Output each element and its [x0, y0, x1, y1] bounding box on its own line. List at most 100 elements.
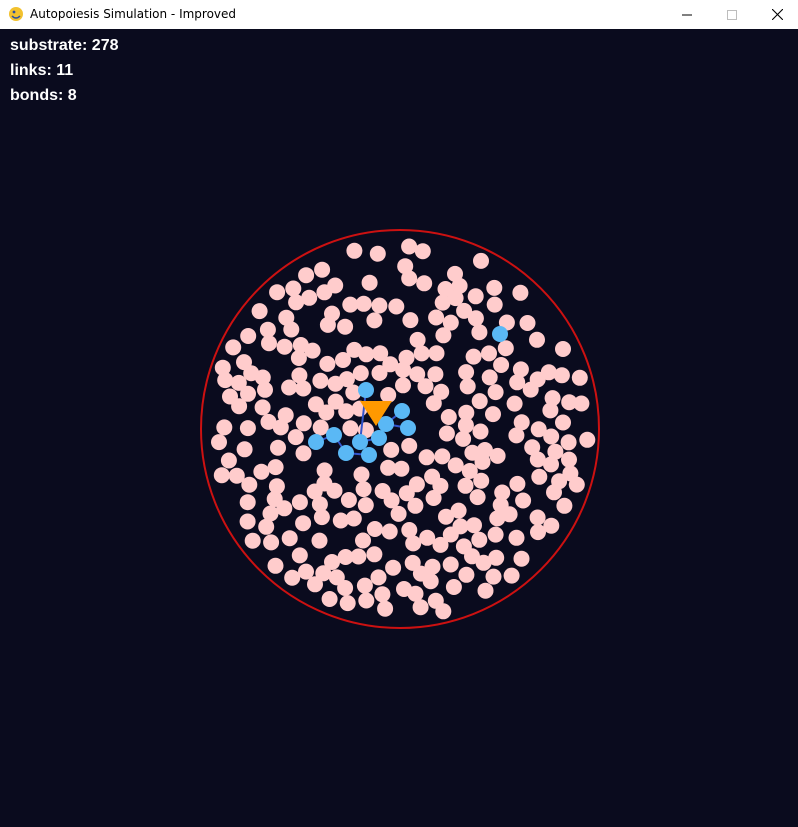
substrate-particle: [306, 483, 323, 500]
substrate-particle: [259, 321, 276, 338]
substrate-particle: [428, 309, 445, 326]
substrate-particle: [263, 534, 280, 551]
substrate-particle: [530, 524, 546, 541]
maximize-button[interactable]: [709, 0, 755, 29]
substrate-particle: [327, 375, 344, 392]
substrate-particle: [471, 324, 488, 341]
substrate-particle: [283, 321, 300, 338]
substrate-particle: [488, 549, 505, 566]
link-particle: [308, 434, 324, 450]
substrate-particle: [555, 341, 571, 357]
substrate-particle: [319, 355, 336, 372]
substrate-particle: [339, 595, 356, 612]
substrate-particle: [544, 390, 561, 407]
substrate-particle: [337, 549, 354, 565]
substrate-particle: [295, 415, 312, 432]
substrate-particle: [214, 359, 231, 376]
substrate-particle: [401, 437, 418, 454]
substrate-particle: [374, 586, 391, 603]
substrate-particle: [316, 462, 333, 479]
substrate-particle: [332, 512, 349, 529]
link-particle: [352, 434, 368, 450]
substrate-particle: [357, 497, 374, 514]
substrate-particle: [314, 261, 331, 278]
substrate-particle: [401, 270, 418, 287]
substrate-particle: [529, 331, 545, 348]
substrate-particle: [239, 513, 256, 530]
substrate-particle: [447, 265, 463, 282]
substrate-particle: [408, 476, 425, 493]
substrate-particle: [383, 441, 400, 458]
substrate-particle: [425, 395, 442, 412]
substrate-particle: [298, 267, 315, 284]
simulation-canvas[interactable]: substrate: 278 links: 11 bonds: 8: [0, 29, 798, 827]
substrate-particle: [295, 445, 312, 462]
substrate-particle: [356, 577, 373, 594]
substrate-particle: [381, 523, 398, 540]
substrate-particle: [493, 357, 510, 373]
substrate-particle: [404, 554, 421, 571]
substrate-particle: [385, 559, 402, 576]
substrate-particle: [395, 377, 411, 394]
substrate-particle: [489, 447, 506, 464]
substrate-particle: [487, 526, 504, 543]
substrate-particle: [486, 279, 503, 296]
substrate-particle: [220, 452, 237, 469]
substrate-particle: [324, 305, 340, 322]
substrate-particle: [240, 328, 257, 344]
substrate-particle: [290, 350, 307, 366]
substrate-particle: [509, 475, 526, 492]
substrate-particle: [486, 296, 503, 313]
substrate-particle: [435, 603, 452, 620]
pygame-snake-icon: [9, 7, 23, 21]
link-particle: [358, 382, 374, 398]
substrate-particle: [452, 518, 469, 535]
substrate-particle: [529, 371, 546, 388]
substrate-particle: [380, 459, 397, 476]
substrate-particle: [287, 429, 304, 446]
substrate-particle: [524, 439, 541, 456]
substrate-particle: [556, 497, 573, 514]
substrate-particle: [366, 312, 383, 329]
substrate-particle: [473, 252, 489, 269]
substrate-particle: [355, 481, 372, 498]
substrate-particle: [485, 568, 502, 585]
substrate-particle: [291, 547, 308, 564]
substrate-particle: [447, 457, 464, 474]
substrate-particle: [262, 505, 279, 522]
substrate-particle: [346, 242, 363, 259]
substrate-particle: [547, 443, 564, 460]
substrate-particle: [560, 434, 577, 451]
substrate-particle: [515, 492, 532, 509]
link-particle: [400, 420, 416, 436]
substrate-particle: [469, 489, 486, 506]
substrate-particle: [301, 289, 318, 306]
close-button[interactable]: [754, 0, 798, 29]
substrate-particle: [512, 284, 529, 301]
substrate-particle: [428, 345, 445, 362]
substrate-particle: [407, 585, 424, 602]
substrate-particle: [251, 303, 268, 320]
substrate-particle: [401, 238, 418, 255]
substrate-particle: [579, 431, 596, 448]
substrate-particle: [276, 338, 293, 355]
substrate-particle: [369, 245, 386, 262]
substrate-particle: [417, 378, 434, 395]
substrate-particle: [213, 467, 230, 484]
minimize-button[interactable]: [664, 0, 710, 29]
simulation-drawing: [200, 229, 600, 629]
substrate-particle: [413, 345, 430, 362]
substrate-particle: [434, 448, 451, 465]
substrate-particle: [352, 365, 369, 382]
title-bar[interactable]: Autopoiesis Simulation - Improved: [0, 0, 798, 30]
substrate-particle: [291, 494, 308, 511]
substrate-particle: [471, 531, 488, 548]
substrate-particle: [327, 393, 344, 410]
substrate-particle: [530, 421, 547, 438]
substrate-particle: [456, 302, 473, 319]
substrate-particle: [307, 396, 324, 413]
substrate-particle: [477, 582, 494, 599]
substrate-particle: [442, 314, 459, 331]
substrate-particle: [561, 451, 577, 468]
link-particle: [371, 430, 387, 446]
